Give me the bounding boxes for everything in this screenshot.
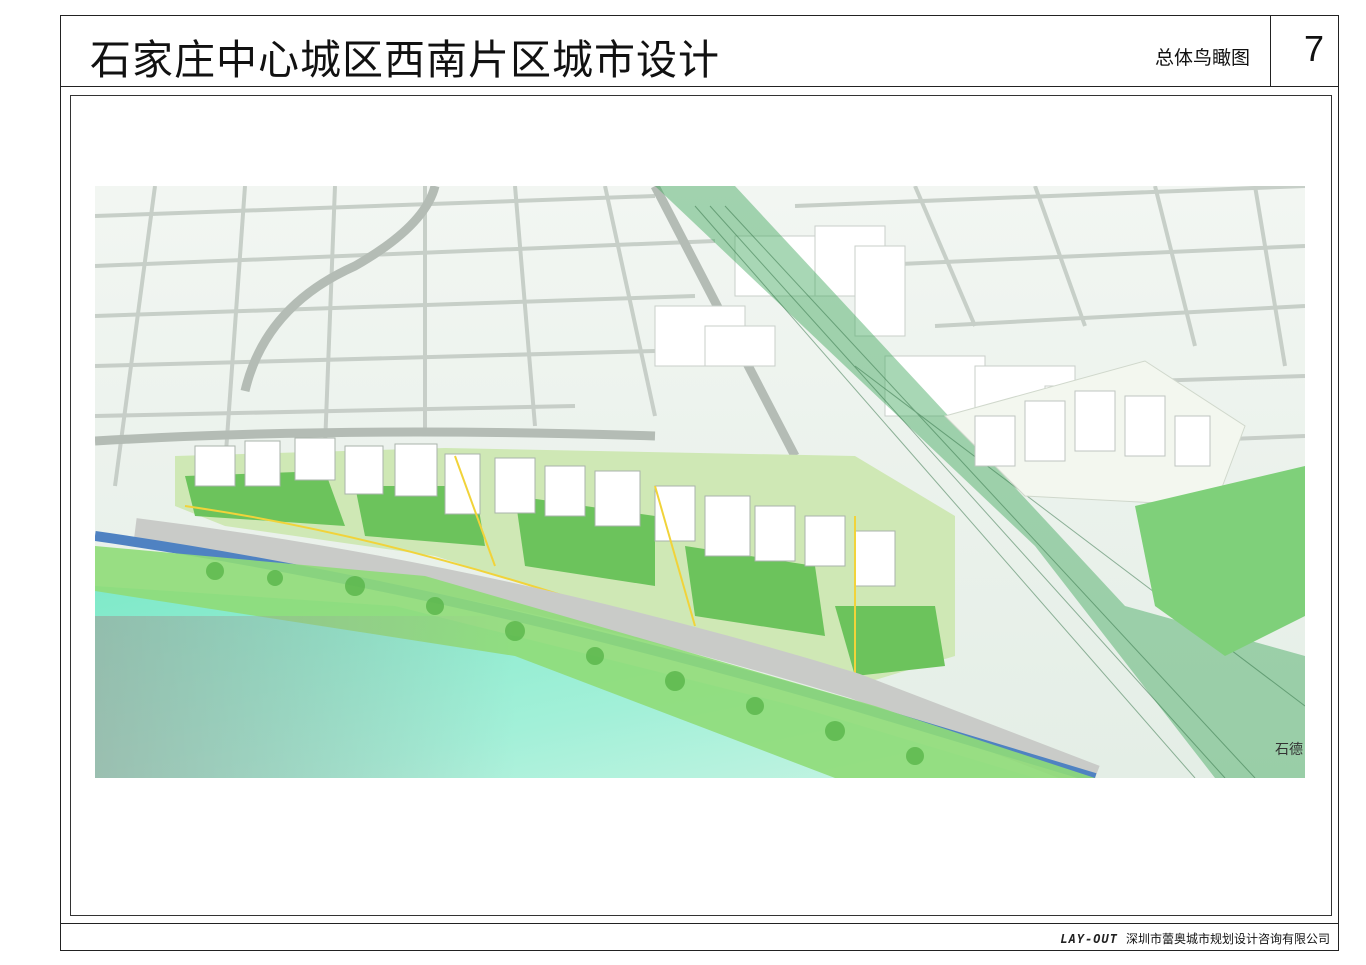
project-title: 石家庄中心城区西南片区城市设计 (90, 36, 720, 84)
sheet-header: 石家庄中心城区西南片区城市设计 总体鸟瞰图 7 (61, 16, 1338, 87)
company-logo: LAY-OUT (1060, 931, 1118, 946)
aerial-view-image: 石德 (95, 186, 1305, 778)
page-number-divider (1270, 16, 1271, 86)
station-label: 石德 (1275, 742, 1303, 758)
drawing-title: 总体鸟瞰图 (1154, 47, 1250, 69)
farmland-fade (95, 616, 515, 778)
company-name: 深圳市蕾奥城市规划设计咨询有限公司 (1125, 932, 1330, 946)
footer-divider (61, 923, 1338, 924)
sheet-footer: LAY-OUT 深圳市蕾奥城市规划设计咨询有限公司 (1060, 930, 1330, 947)
page-number: 7 (1303, 28, 1324, 69)
